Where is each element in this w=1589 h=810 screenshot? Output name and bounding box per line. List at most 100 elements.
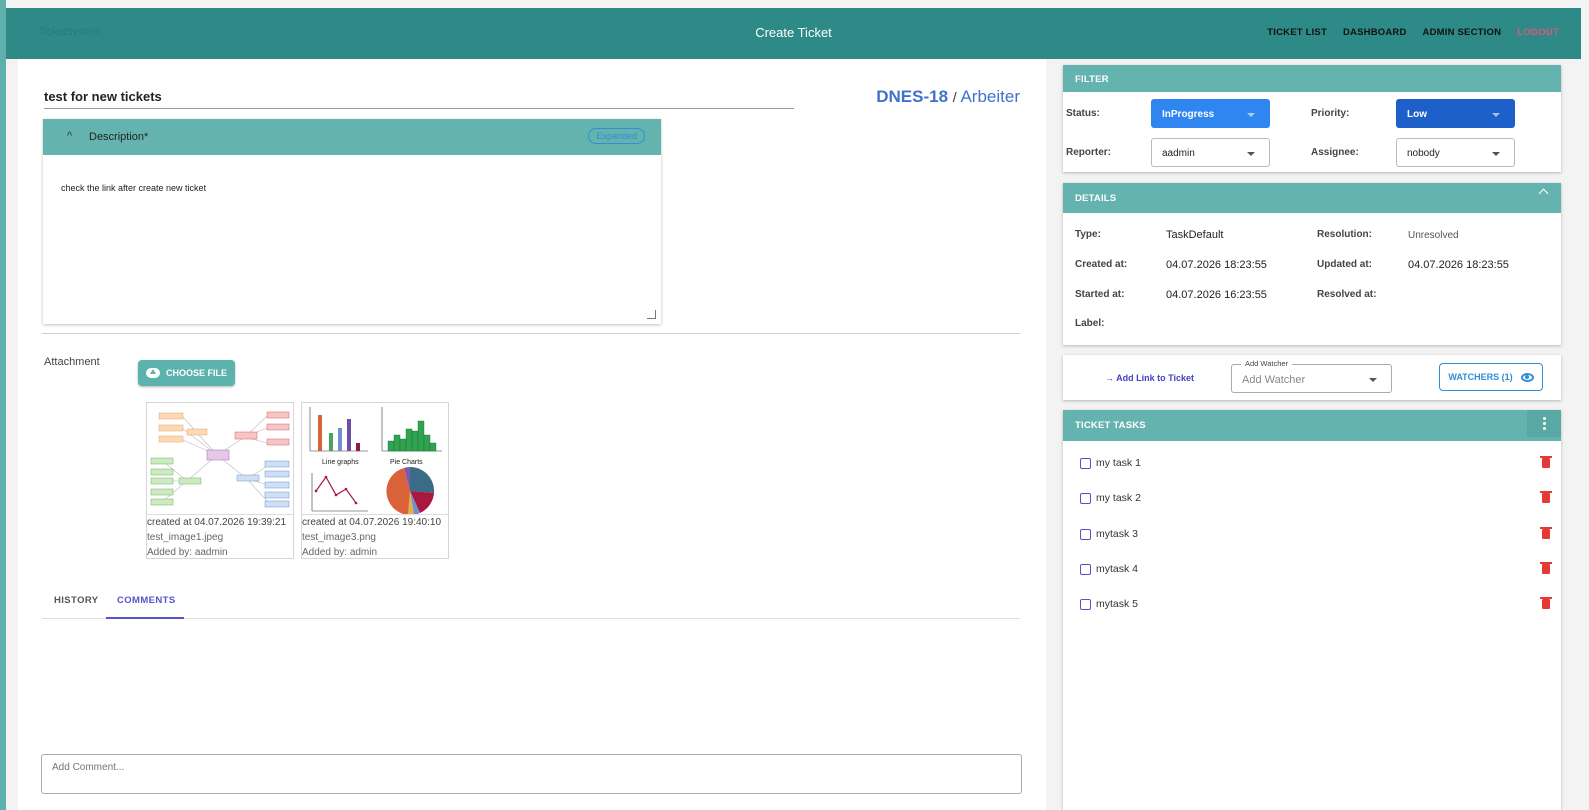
attachment-created: created at 04.07.2026 19:40:10 (302, 517, 442, 528)
comment-input[interactable] (42, 755, 1021, 793)
tasks-title: TICKET TASKS (1075, 420, 1146, 431)
attachment-card[interactable]: created at 04.07.2026 19:39:21 test_imag… (146, 402, 294, 559)
priority-select[interactable]: Low (1396, 99, 1515, 128)
status-select[interactable]: InProgress (1151, 99, 1270, 128)
task-item: my task 2 (1080, 491, 1552, 507)
attachment-filename: test_image1.jpeg (147, 532, 224, 543)
details-header[interactable]: DETAILS (1063, 183, 1561, 213)
reporter-value: aadmin (1162, 148, 1195, 159)
delete-icon[interactable] (1540, 491, 1552, 503)
reporter-select[interactable]: aadmin (1151, 138, 1270, 167)
tasks-header: TICKET TASKS (1063, 410, 1561, 441)
delete-icon[interactable] (1540, 456, 1552, 468)
attachment-added-by: Added by: aadmin (147, 547, 228, 558)
tab-comments[interactable]: COMMENTS (117, 595, 176, 606)
more-vert-icon[interactable] (1527, 410, 1561, 437)
task-checkbox[interactable] (1080, 529, 1091, 540)
tab-history[interactable]: HISTORY (54, 595, 99, 606)
preview-text-pie-charts: Pie Charts (390, 459, 423, 466)
created-label: Created at: (1075, 259, 1128, 270)
app-frame: Ticketsystem Create Ticket TICKET LIST D… (0, 0, 1589, 810)
nav-ticket-list[interactable]: TICKET LIST (1267, 27, 1327, 38)
attachment-preview-image[interactable]: Line graphs Pie Charts (302, 403, 448, 515)
task-checkbox[interactable] (1080, 458, 1091, 469)
resize-handle-icon[interactable] (647, 310, 656, 319)
nav-logout[interactable]: LOGOUT (1517, 27, 1559, 38)
activity-tabs: HISTORY COMMENTS (42, 587, 1020, 619)
attachment-filename: test_image3.png (302, 532, 376, 543)
attachment-preview-image[interactable] (147, 403, 293, 515)
started-value: 04.07.2026 16:23:55 (1166, 289, 1267, 301)
details-card: DETAILS Type: TaskDefault Resolution: Un… (1063, 183, 1561, 345)
comment-field[interactable] (41, 754, 1022, 794)
description-header[interactable]: ^ Description* Expanded (43, 119, 661, 155)
task-item: mytask 3 (1080, 527, 1552, 543)
chevron-down-icon (1247, 113, 1255, 117)
assignee-select[interactable]: nobody (1396, 138, 1515, 167)
task-item: my task 1 (1080, 456, 1552, 472)
top-nav: TICKET LIST DASHBOARD ADMIN SECTION LOGO… (1267, 27, 1559, 38)
watchers-button[interactable]: WATCHERS (1) (1439, 363, 1543, 391)
task-label: mytask 5 (1096, 598, 1139, 610)
resolution-label: Resolution: (1317, 229, 1372, 240)
status-label: Status: (1066, 108, 1100, 119)
description-text[interactable]: check the link after create new ticket (61, 183, 206, 193)
updated-value: 04.07.2026 18:23:55 (1408, 259, 1509, 271)
assignee-value: nobody (1407, 148, 1440, 159)
cloud-upload-icon (145, 368, 160, 378)
task-label: my task 2 (1096, 492, 1141, 504)
description-label: Description* (89, 131, 149, 143)
choose-file-label: CHOOSE FILE (165, 368, 227, 378)
chevron-down-icon (1247, 152, 1255, 156)
nav-dashboard[interactable]: DASHBOARD (1343, 27, 1407, 38)
attachment-label: Attachment (44, 356, 100, 368)
add-watcher-float-label: Add Watcher (1241, 359, 1293, 368)
tab-active-indicator (106, 617, 184, 619)
task-label: mytask 3 (1096, 528, 1139, 540)
description-panel: ^ Description* Expanded check the link a… (43, 119, 661, 324)
chevron-up-icon[interactable]: ^ (67, 130, 72, 142)
status-value: InProgress (1162, 109, 1215, 120)
task-item: mytask 4 (1080, 562, 1552, 578)
nav-admin-section[interactable]: ADMIN SECTION (1423, 27, 1502, 38)
priority-value: Low (1407, 109, 1427, 120)
delete-icon[interactable] (1540, 597, 1552, 609)
delete-icon[interactable] (1540, 527, 1552, 539)
chevron-down-icon (1369, 378, 1377, 382)
divider (42, 333, 1020, 334)
type-value: TaskDefault (1166, 229, 1224, 241)
type-label: Type: (1075, 229, 1101, 240)
ticket-group: Arbeiter (960, 87, 1020, 106)
updated-label: Updated at: (1317, 259, 1372, 270)
attachment-meta: created at 04.07.2026 19:39:21 test_imag… (147, 515, 293, 560)
top-bar: Ticketsystem Create Ticket TICKET LIST D… (6, 8, 1581, 59)
label-label: Label: (1075, 318, 1105, 329)
choose-file-button[interactable]: CHOOSE FILE (138, 360, 235, 386)
task-item: mytask 5 (1080, 597, 1552, 613)
task-label: mytask 4 (1096, 563, 1139, 575)
task-checkbox[interactable] (1080, 564, 1091, 575)
ticket-tasks-card: TICKET TASKS my task 1 my task 2 mytask … (1063, 410, 1561, 810)
filter-card: FILTER Status: InProgress Priority: Low … (1063, 65, 1561, 172)
delete-icon[interactable] (1540, 562, 1552, 574)
ticket-title-input[interactable]: test for new tickets (44, 89, 794, 109)
attachment-added-by: Added by: admin (302, 547, 378, 558)
assignee-label: Assignee: (1311, 147, 1359, 158)
details-title: DETAILS (1075, 193, 1117, 204)
filter-header: FILTER (1063, 65, 1561, 92)
attachment-card[interactable]: Line graphs Pie Charts created at 04.07.… (301, 402, 449, 559)
task-checkbox[interactable] (1080, 493, 1091, 504)
add-watcher-select[interactable]: Add Watcher Add Watcher (1231, 359, 1392, 393)
left-rail (0, 0, 6, 810)
chevron-up-icon[interactable] (1538, 188, 1549, 199)
resolution-value: Unresolved (1408, 230, 1459, 241)
task-checkbox[interactable] (1080, 599, 1091, 610)
sidebar: FILTER Status: InProgress Priority: Low … (1046, 59, 1589, 810)
priority-label: Priority: (1311, 108, 1350, 119)
add-link-to-ticket[interactable]: → Add Link to Ticket (1105, 373, 1194, 383)
started-label: Started at: (1075, 289, 1125, 300)
links-card: → Add Link to Ticket Add Watcher Add Wat… (1063, 355, 1561, 400)
task-label: my task 1 (1096, 457, 1141, 469)
add-watcher-placeholder: Add Watcher (1242, 374, 1306, 386)
attachment-created: created at 04.07.2026 19:39:21 (147, 517, 287, 528)
